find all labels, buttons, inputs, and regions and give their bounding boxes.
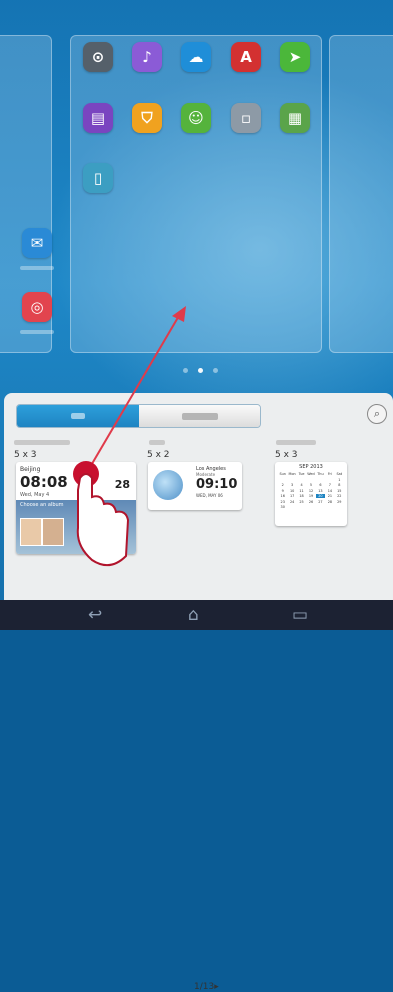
drag-gesture-overlay bbox=[73, 306, 186, 567]
widget-pager[interactable]: 1/13▸ bbox=[194, 982, 219, 992]
pager-text: 1/13 bbox=[194, 982, 215, 992]
pager-next-icon: ▸ bbox=[214, 982, 219, 992]
recents-button[interactable]: ▭ bbox=[292, 605, 308, 625]
drag-arrow-line bbox=[85, 313, 181, 475]
recents-icon: ▭ bbox=[292, 605, 309, 625]
back-icon: ↩ bbox=[88, 605, 103, 625]
home-button[interactable]: ⌂ bbox=[188, 605, 199, 625]
hand-pointer-icon bbox=[76, 473, 130, 567]
navigation-bar: ↩ ⌂ ▭ bbox=[0, 600, 393, 630]
drag-arrow-head bbox=[172, 306, 186, 322]
home-icon: ⌂ bbox=[188, 605, 199, 625]
back-button[interactable]: ↩ bbox=[88, 605, 102, 625]
